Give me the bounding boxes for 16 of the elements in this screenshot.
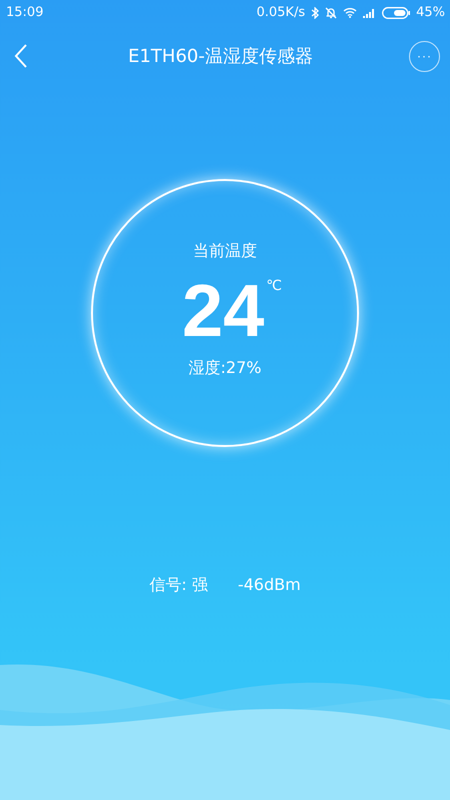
bluetooth-icon	[311, 6, 320, 18]
muted-bell-icon	[325, 6, 338, 18]
temperature-label: 当前温度	[193, 241, 257, 262]
status-time: 15:09	[6, 5, 44, 20]
wifi-icon	[343, 7, 358, 18]
battery-icon	[382, 6, 410, 18]
humidity-reading: 湿度:27%	[188, 358, 262, 379]
signal-strength: 信号: 强	[149, 575, 208, 596]
signal-reading: -46dBm	[238, 575, 301, 596]
more-button[interactable]: ···	[408, 40, 440, 72]
cell-signal-icon	[363, 8, 376, 18]
temperature-unit: ℃	[266, 278, 282, 294]
battery-percent: 45%	[416, 5, 445, 20]
temperature-value: 24	[182, 270, 264, 352]
page-title: E1TH60-温湿度传感器	[128, 45, 313, 68]
network-speed: 0.05K/s	[256, 5, 306, 20]
